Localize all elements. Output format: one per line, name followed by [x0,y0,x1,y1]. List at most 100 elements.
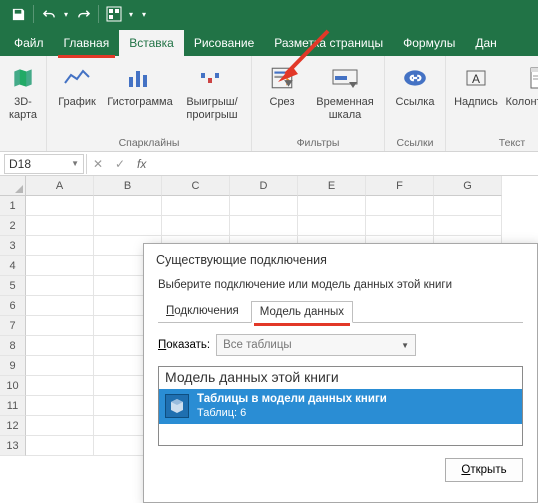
row-header[interactable]: 3 [0,236,26,256]
sparkline-column-icon [124,62,156,94]
cell[interactable] [26,396,94,416]
row-header[interactable]: 8 [0,336,26,356]
cell[interactable] [26,376,94,396]
ribbon-group-filters: Срез Временнаяшкала Фильтры [252,56,385,151]
cell[interactable] [26,296,94,316]
cell[interactable] [366,216,434,236]
header-footer-button[interactable]: Колонтитулы [504,60,538,136]
ribbon-group-title: Фильтры [256,136,380,149]
fx-icon[interactable]: fx [131,157,152,171]
qat-customize-dropdown[interactable]: ▾ [140,10,148,19]
name-box-value: D18 [9,157,31,171]
column-header[interactable]: B [94,176,162,196]
sparkline-line-icon [61,62,93,94]
formula-input[interactable] [152,154,538,174]
column-header[interactable]: D [230,176,298,196]
row-header[interactable]: 13 [0,436,26,456]
quick-access-toolbar: ▾ ▾ ▾ [0,0,538,28]
row-header[interactable]: 11 [0,396,26,416]
open-button[interactable]: Открыть [445,458,523,482]
textbox-icon: A [460,62,492,94]
header-footer-label: Колонтитулы [506,96,538,109]
list-item-subtitle: Таблиц: 6 [197,407,387,420]
column-header[interactable]: E [298,176,366,196]
cell[interactable] [230,196,298,216]
show-select[interactable]: Все таблицы ▼ [216,334,416,356]
cell[interactable] [298,216,366,236]
column-header[interactable]: F [366,176,434,196]
hyperlink-button[interactable]: Ссылка [389,60,441,136]
tab-file[interactable]: Файл [4,30,54,56]
cell[interactable] [26,356,94,376]
name-box[interactable]: D18 ▼ [4,154,84,174]
column-header[interactable]: G [434,176,502,196]
column-header[interactable]: C [162,176,230,196]
dialog-buttons: Открыть [144,446,537,482]
cell[interactable] [366,196,434,216]
tab-formulas[interactable]: Формулы [393,30,465,56]
tab-insert[interactable]: Вставка [119,30,184,56]
cell[interactable] [26,276,94,296]
cell[interactable] [94,216,162,236]
list-item[interactable]: Таблицы в модели данных книги Таблиц: 6 [159,389,522,424]
tab-drawing[interactable]: Рисование [184,30,264,56]
row-header[interactable]: 5 [0,276,26,296]
cell[interactable] [434,196,502,216]
sparkline-column-button[interactable]: Гистограмма [105,60,175,136]
textbox-button[interactable]: A Надпись [450,60,502,136]
sparkline-line-button[interactable]: График [51,60,103,136]
ribbon-group-title: Текст [450,136,538,149]
select-all-corner[interactable] [0,176,26,196]
row-header[interactable]: 6 [0,296,26,316]
cancel-formula-icon: ✕ [87,157,109,171]
ribbon-group-sparklines: График Гистограмма Выигрыш/проигрыш Спар… [47,56,252,151]
row-header[interactable]: 9 [0,356,26,376]
slicer-label: Срез [270,96,295,109]
ribbon-group-title: Ссылки [389,136,441,149]
row-header[interactable]: 12 [0,416,26,436]
cell[interactable] [94,196,162,216]
row-header[interactable]: 10 [0,376,26,396]
row-header[interactable]: 4 [0,256,26,276]
3d-map-label: 3D-карта [9,96,37,121]
tab-data[interactable]: Дан [465,30,506,56]
timeline-button[interactable]: Временнаяшкала [310,60,380,136]
cell[interactable] [298,196,366,216]
tab-home[interactable]: Главная [54,30,120,56]
cell[interactable] [162,196,230,216]
data-model-icon [165,394,189,418]
tab-pagelayout[interactable]: Разметка страницы [264,30,393,56]
3d-map-button[interactable]: 3D-карта [4,60,42,148]
sparkline-column-label: Гистограмма [107,96,173,109]
cell[interactable] [26,416,94,436]
dialog-tab-connections[interactable]: Подключения [158,301,247,323]
touch-mode-dropdown[interactable]: ▾ [127,10,135,19]
qat-separator [98,5,99,23]
cell[interactable] [162,216,230,236]
row-header[interactable]: 1 [0,196,26,216]
row-header[interactable]: 2 [0,216,26,236]
column-header[interactable]: A [26,176,94,196]
save-icon[interactable] [6,2,30,26]
connections-listbox[interactable]: Модель данных этой книги Таблицы в модел… [158,366,523,446]
sparkline-winloss-button[interactable]: Выигрыш/проигрыш [177,60,247,136]
row-header[interactable]: 7 [0,316,26,336]
dialog-title: Существующие подключения [144,244,537,279]
cell[interactable] [26,216,94,236]
timeline-icon [329,62,361,94]
cell[interactable] [26,256,94,276]
cell[interactable] [434,216,502,236]
cell[interactable] [26,336,94,356]
sparkline-winloss-icon [196,62,228,94]
touch-mode-icon[interactable] [102,2,126,26]
cell[interactable] [26,316,94,336]
cell[interactable] [230,216,298,236]
cell[interactable] [26,196,94,216]
cell[interactable] [26,436,94,456]
slicer-button[interactable]: Срез [256,60,308,136]
undo-dropdown[interactable]: ▾ [62,10,70,19]
dialog-tab-datamodel[interactable]: Модель данных [251,301,353,323]
undo-icon[interactable] [37,2,61,26]
redo-icon[interactable] [71,2,95,26]
cell[interactable] [26,236,94,256]
